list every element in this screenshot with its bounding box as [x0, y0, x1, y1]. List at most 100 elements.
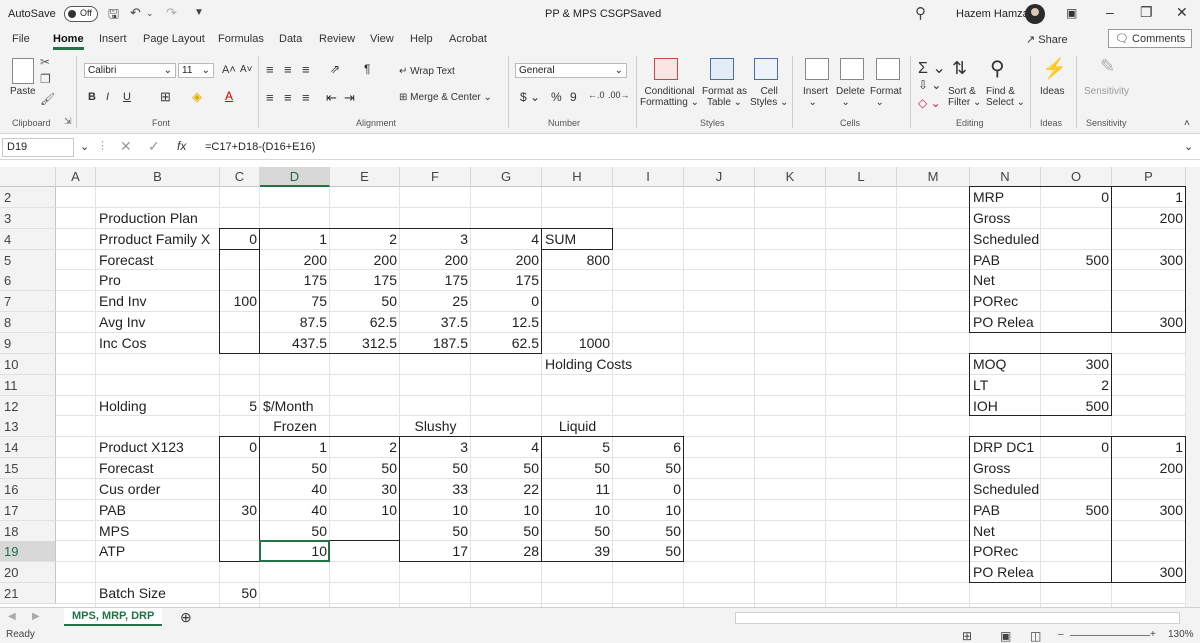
ribbon-display-icon[interactable]: ▣	[1066, 6, 1077, 20]
increase-indent-icon[interactable]: ⇥	[344, 90, 355, 106]
tab-insert[interactable]: Insert	[99, 33, 127, 45]
cell-e7[interactable]: 50	[330, 291, 400, 312]
cell-n19[interactable]: PORec	[970, 541, 1041, 562]
column-header-g[interactable]: G	[471, 167, 542, 187]
currency-icon[interactable]: $ ⌄	[520, 90, 540, 104]
column-header-m[interactable]: M	[897, 167, 970, 187]
cell-p3[interactable]: 200	[1112, 208, 1186, 229]
column-header-j[interactable]: J	[684, 167, 755, 187]
cell-p14[interactable]: 1	[1112, 437, 1186, 458]
dialog-launcher-icon[interactable]: ⇲	[64, 116, 72, 127]
cell-f19[interactable]: 17	[400, 541, 471, 562]
cell-f6[interactable]: 175	[400, 270, 471, 291]
column-header-d[interactable]: D	[260, 167, 330, 187]
cell-i19[interactable]: 50	[613, 541, 684, 562]
cell-n20[interactable]: PO Relea	[970, 562, 1041, 583]
cell-d9[interactable]: 437.5	[260, 333, 330, 354]
cell-h17[interactable]: 10	[542, 500, 613, 521]
cancel-icon[interactable]: ✕	[120, 138, 132, 155]
undo-dropdown-icon[interactable]: ⌄	[146, 8, 154, 19]
cell-c21[interactable]: 50	[220, 583, 260, 604]
cell-b14[interactable]: Product X123	[96, 437, 220, 458]
cell-g17[interactable]: 10	[471, 500, 542, 521]
vertical-scrollbar[interactable]	[1186, 167, 1200, 607]
cell-h16[interactable]: 11	[542, 479, 613, 500]
zoom-slider[interactable]	[1070, 635, 1150, 636]
cell-h13[interactable]: Liquid	[542, 416, 613, 437]
column-header-c[interactable]: C	[220, 167, 260, 187]
number-format-select[interactable]: General ⌄	[515, 63, 627, 78]
cell-d18[interactable]: 50	[260, 521, 330, 542]
comments-button[interactable]: 🗨 Comments	[1108, 29, 1193, 48]
column-header-n[interactable]: N	[970, 167, 1041, 187]
enter-icon[interactable]: ✓	[148, 138, 160, 155]
row-header-8[interactable]: 8	[0, 312, 56, 334]
cell-h10[interactable]: Holding Costs	[542, 354, 635, 375]
cell-o2[interactable]: 0	[1041, 187, 1112, 208]
row-header-18[interactable]: 18	[0, 520, 56, 542]
cell-f8[interactable]: 37.5	[400, 312, 471, 333]
bold-icon[interactable]: B	[88, 91, 96, 103]
row-header-17[interactable]: 17	[0, 499, 56, 521]
sort-filter-button[interactable]: Sort & Filter ⌄	[948, 86, 981, 108]
column-header-f[interactable]: F	[400, 167, 471, 187]
cell-g16[interactable]: 22	[471, 479, 542, 500]
cell-i18[interactable]: 50	[613, 521, 684, 542]
cell-e8[interactable]: 62.5	[330, 312, 400, 333]
cell-b7[interactable]: End Inv	[96, 291, 220, 312]
cell-n7[interactable]: PORec	[970, 291, 1041, 312]
paste-icon[interactable]	[12, 58, 34, 84]
cell-e16[interactable]: 30	[330, 479, 400, 500]
font-color-icon[interactable]: A	[225, 89, 233, 103]
expand-formula-bar-icon[interactable]: ⌄	[1184, 140, 1193, 153]
cell-h18[interactable]: 50	[542, 521, 613, 542]
fill-color-icon[interactable]: ◈	[192, 89, 202, 105]
conditional-formatting-button[interactable]: Conditional Formatting ⌄	[640, 86, 699, 108]
cell-f4[interactable]: 3	[400, 229, 471, 250]
sensitivity-button[interactable]: Sensitivity	[1084, 86, 1129, 97]
cell-e6[interactable]: 175	[330, 270, 400, 291]
cell-b21[interactable]: Batch Size	[96, 583, 220, 604]
cell-d12[interactable]: $/Month	[260, 396, 330, 417]
align-right-icon[interactable]: ≡	[302, 90, 310, 105]
cell-d14[interactable]: 1	[260, 437, 330, 458]
cell-h5[interactable]: 800	[542, 250, 613, 271]
cell-h4[interactable]: SUM	[542, 229, 613, 250]
align-center-icon[interactable]: ≡	[284, 90, 292, 105]
cell-c4[interactable]: 0	[220, 229, 260, 250]
cell-g7[interactable]: 0	[471, 291, 542, 312]
font-size-select[interactable]: 11 ⌄	[178, 63, 214, 78]
row-header-3[interactable]: 3	[0, 207, 56, 229]
paste-button[interactable]: Paste	[10, 86, 36, 97]
page-break-view-icon[interactable]: ◫	[1030, 629, 1041, 643]
middle-align-icon[interactable]: ≡	[284, 62, 292, 77]
cell-f5[interactable]: 200	[400, 250, 471, 271]
cell-e4[interactable]: 2	[330, 229, 400, 250]
row-header-6[interactable]: 6	[0, 270, 56, 292]
name-box[interactable]: D19	[2, 138, 74, 157]
cell-h9[interactable]: 1000	[542, 333, 613, 354]
select-all-corner[interactable]	[0, 167, 56, 187]
collapse-ribbon-icon[interactable]: ˄	[1184, 118, 1190, 129]
cell-n8[interactable]: PO Relea	[970, 312, 1041, 333]
comma-icon[interactable]: 9	[570, 90, 577, 104]
column-header-a[interactable]: A	[56, 167, 96, 187]
row-header-11[interactable]: 11	[0, 374, 56, 396]
delete-cells-icon[interactable]	[840, 58, 864, 80]
cell-d4[interactable]: 1	[260, 229, 330, 250]
insert-function-icon[interactable]: fx	[177, 139, 186, 153]
cell-e15[interactable]: 50	[330, 458, 400, 479]
cell-n4[interactable]: Scheduled	[970, 229, 1042, 250]
tab-acrobat[interactable]: Acrobat	[449, 33, 487, 45]
decrease-indent-icon[interactable]: ⇤	[326, 90, 337, 106]
cell-n15[interactable]: Gross	[970, 458, 1041, 479]
cell-f18[interactable]: 50	[400, 521, 471, 542]
cell-p15[interactable]: 200	[1112, 458, 1186, 479]
tab-page-layout[interactable]: Page Layout	[143, 33, 205, 45]
italic-icon[interactable]: I	[106, 91, 109, 103]
row-header-21[interactable]: 21	[0, 583, 56, 605]
conditional-formatting-icon[interactable]	[654, 58, 678, 80]
cell-g4[interactable]: 4	[471, 229, 542, 250]
tab-formulas[interactable]: Formulas	[218, 33, 264, 45]
redo-icon[interactable]: ↷	[166, 5, 177, 21]
